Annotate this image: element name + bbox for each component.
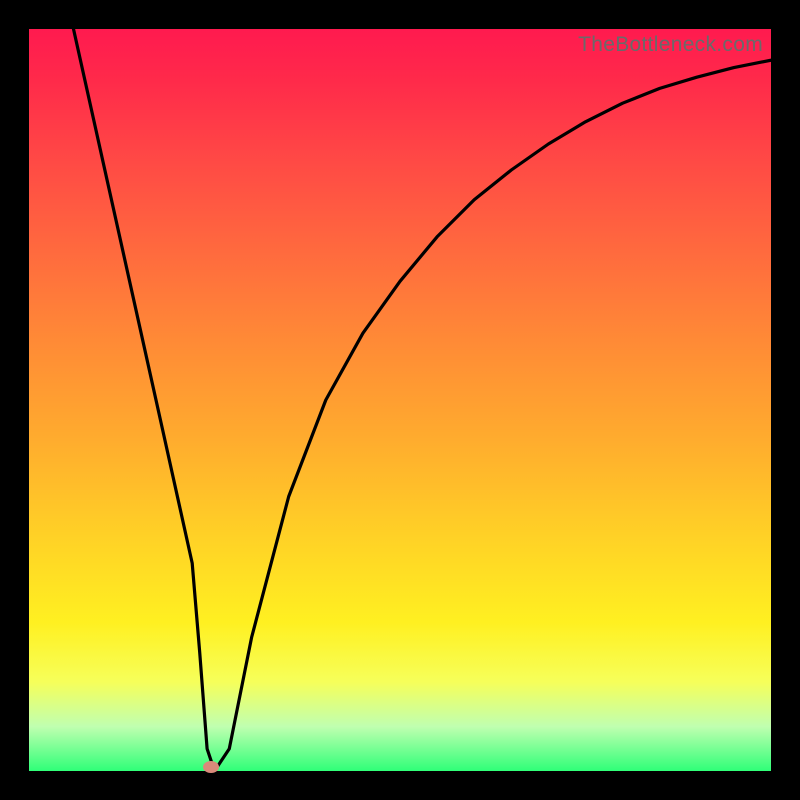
- watermark-text: TheBottleneck.com: [578, 33, 763, 57]
- plot-area: TheBottleneck.com: [29, 29, 771, 771]
- chart-frame: TheBottleneck.com: [0, 0, 800, 800]
- bottleneck-curve: [29, 29, 771, 771]
- optimal-point-marker: [203, 761, 219, 773]
